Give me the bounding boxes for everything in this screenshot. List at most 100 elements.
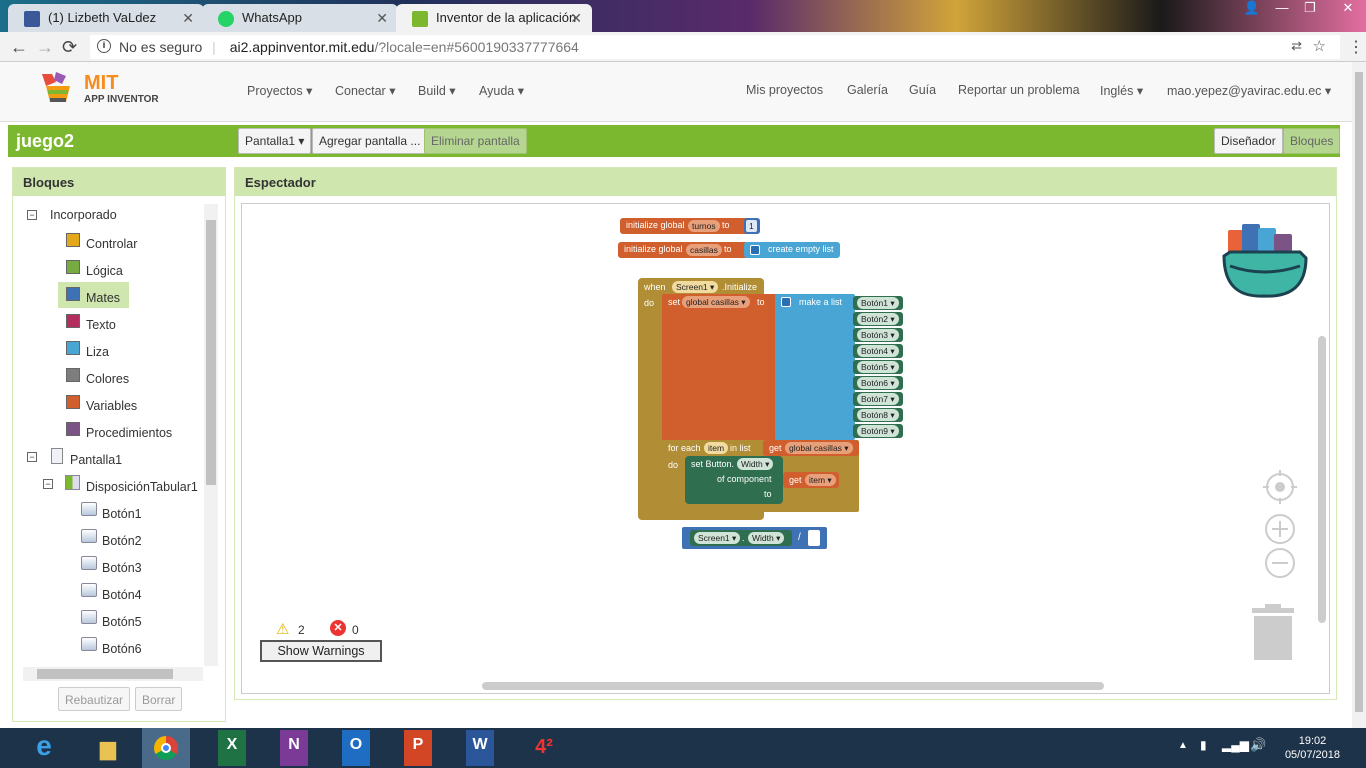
button-component-block[interactable]: Botón9 xyxy=(853,424,903,438)
page-scrollbar[interactable] xyxy=(1352,62,1366,728)
tab-app-inventor[interactable]: Inventor de la aplicación ✕ xyxy=(396,4,592,32)
file-explorer-icon[interactable]: ▆ xyxy=(84,730,132,766)
property-dropdown[interactable]: Width xyxy=(737,458,774,470)
app-4-icon[interactable]: 4² xyxy=(520,730,568,766)
component-dropdown[interactable]: Botón4 xyxy=(857,345,899,357)
close-icon[interactable]: ✕ xyxy=(182,10,194,27)
restore-icon[interactable]: ❐ xyxy=(1296,0,1324,20)
reload-icon[interactable]: ⟳ xyxy=(62,37,77,58)
minimize-icon[interactable]: — xyxy=(1268,0,1296,20)
variable-dropdown[interactable]: global casillas xyxy=(785,442,853,454)
add-screen-button[interactable]: Agregar pantalla ... xyxy=(312,128,428,154)
workspace-vertical-scrollbar[interactable] xyxy=(1318,336,1326,623)
button-component-block[interactable]: Botón1 xyxy=(853,296,903,310)
button-component-block[interactable]: Botón8 xyxy=(853,408,903,422)
menu-build[interactable]: Build xyxy=(418,83,456,98)
component-dropdown[interactable]: Botón3 xyxy=(857,329,899,341)
translate-icon[interactable]: ⇄ xyxy=(1291,38,1302,54)
tree-screen[interactable]: Pantalla1 xyxy=(70,453,122,467)
forward-icon[interactable]: → xyxy=(36,37,54,58)
internet-explorer-icon[interactable]: e xyxy=(20,730,68,766)
word-icon[interactable]: W xyxy=(466,730,494,766)
property-dropdown[interactable]: Width xyxy=(748,532,785,544)
init-global-casillas-block[interactable]: initialize global casillas to xyxy=(618,242,748,258)
tree-button[interactable]: Botón2 xyxy=(102,534,142,548)
var-name-field[interactable]: casillas xyxy=(686,244,722,256)
component-dropdown[interactable]: Screen1 xyxy=(694,532,741,544)
create-empty-list-block[interactable]: create empty list xyxy=(744,242,840,258)
collapse-icon[interactable]: − xyxy=(43,479,53,489)
set-global-casillas-block[interactable]: set global casillas to xyxy=(662,294,777,440)
tree-button[interactable]: Botón5 xyxy=(102,615,142,629)
category-texto[interactable]: Texto xyxy=(86,318,116,332)
recenter-icon[interactable] xyxy=(1263,470,1297,504)
category-colores[interactable]: Colores xyxy=(86,372,129,386)
button-component-block[interactable]: Botón3 xyxy=(853,328,903,342)
trash-icon[interactable] xyxy=(1250,604,1296,662)
link-guia[interactable]: Guía xyxy=(909,83,936,97)
button-component-block[interactable]: Botón7 xyxy=(853,392,903,406)
category-mates[interactable]: Mates xyxy=(86,291,120,305)
link-mis-proyectos[interactable]: Mis proyectos xyxy=(746,83,823,97)
button-component-block[interactable]: Botón4 xyxy=(853,344,903,358)
screen-width-getter-block[interactable]: Screen1 . Width xyxy=(690,530,792,546)
link-galeria[interactable]: Galería xyxy=(847,83,888,97)
remove-screen-button[interactable]: Eliminar pantalla xyxy=(424,128,527,154)
clock[interactable]: 19:02 05/07/2018 xyxy=(1285,734,1340,762)
category-variables[interactable]: Variables xyxy=(86,399,137,413)
component-dropdown[interactable]: Botón1 xyxy=(857,297,899,309)
menu-ayuda[interactable]: Ayuda xyxy=(479,83,524,98)
close-window-icon[interactable]: ✕ xyxy=(1330,0,1366,20)
category-controlar[interactable]: Controlar xyxy=(86,237,137,251)
component-dropdown[interactable]: Botón6 xyxy=(857,377,899,389)
zoom-in-icon[interactable] xyxy=(1263,512,1297,546)
volume-icon[interactable]: 🔊 xyxy=(1250,737,1266,753)
variable-dropdown[interactable]: item xyxy=(805,474,836,486)
link-reportar-problema[interactable]: Reportar un problema xyxy=(958,83,1080,97)
onenote-icon[interactable]: N xyxy=(280,730,308,766)
powerpoint-icon[interactable]: P xyxy=(404,730,432,766)
close-icon[interactable]: ✕ xyxy=(570,10,582,27)
workspace-horizontal-scrollbar[interactable] xyxy=(482,682,1104,690)
component-dropdown[interactable]: Botón7 xyxy=(857,393,899,405)
builtin-label[interactable]: Incorporado xyxy=(50,208,117,222)
chrome-icon[interactable] xyxy=(142,728,190,768)
tab-whatsapp[interactable]: WhatsApp ✕ xyxy=(202,4,398,32)
language-menu[interactable]: Inglés xyxy=(1100,83,1143,98)
collapse-icon[interactable]: − xyxy=(27,210,37,220)
category-liza[interactable]: Liza xyxy=(86,345,109,359)
designer-button[interactable]: Diseñador xyxy=(1214,128,1283,154)
tree-horizontal-scrollbar[interactable] xyxy=(23,667,203,681)
profile-icon[interactable]: 👤 xyxy=(1238,0,1266,20)
button-component-block[interactable]: Botón6 xyxy=(853,376,903,390)
close-icon[interactable]: ✕ xyxy=(376,10,388,27)
menu-proyectos[interactable]: Proyectos xyxy=(247,83,312,98)
set-any-button-width-block[interactable]: set Button. Width of component to xyxy=(685,456,783,504)
empty-socket[interactable] xyxy=(808,530,820,546)
make-a-list-block[interactable]: make a list xyxy=(775,294,855,440)
get-item-block[interactable]: get item xyxy=(783,472,839,488)
gear-icon[interactable] xyxy=(750,245,760,255)
component-dropdown[interactable]: Botón8 xyxy=(857,409,899,421)
tree-button[interactable]: Botón3 xyxy=(102,561,142,575)
user-menu[interactable]: mao.yepez@yavirac.edu.ec xyxy=(1167,83,1331,98)
init-global-turnos-block[interactable]: initialize global turnos to xyxy=(620,218,760,234)
number-field[interactable]: 1 xyxy=(746,220,757,232)
screen-select[interactable]: Pantalla1 xyxy=(238,128,312,154)
tree-layout[interactable]: DisposiciónTabular1 xyxy=(86,480,198,494)
number-block[interactable]: 1 xyxy=(744,218,760,234)
button-component-block[interactable]: Botón2 xyxy=(853,312,903,326)
tree-button[interactable]: Botón4 xyxy=(102,588,142,602)
star-icon[interactable]: ☆ xyxy=(1313,37,1326,55)
back-icon[interactable]: ← xyxy=(10,37,28,58)
collapse-icon[interactable]: − xyxy=(27,452,37,462)
info-icon[interactable]: i xyxy=(97,39,111,53)
var-name-field[interactable]: turnos xyxy=(688,220,720,232)
menu-conectar[interactable]: Conectar xyxy=(335,83,395,98)
component-dropdown[interactable]: Screen1 xyxy=(672,281,719,293)
rename-button[interactable]: Rebautizar xyxy=(58,687,131,711)
show-hidden-icons[interactable]: ▲ xyxy=(1178,740,1188,751)
tree-vertical-scrollbar[interactable] xyxy=(204,204,218,666)
button-component-block[interactable]: Botón5 xyxy=(853,360,903,374)
outlook-icon[interactable]: O xyxy=(342,730,370,766)
